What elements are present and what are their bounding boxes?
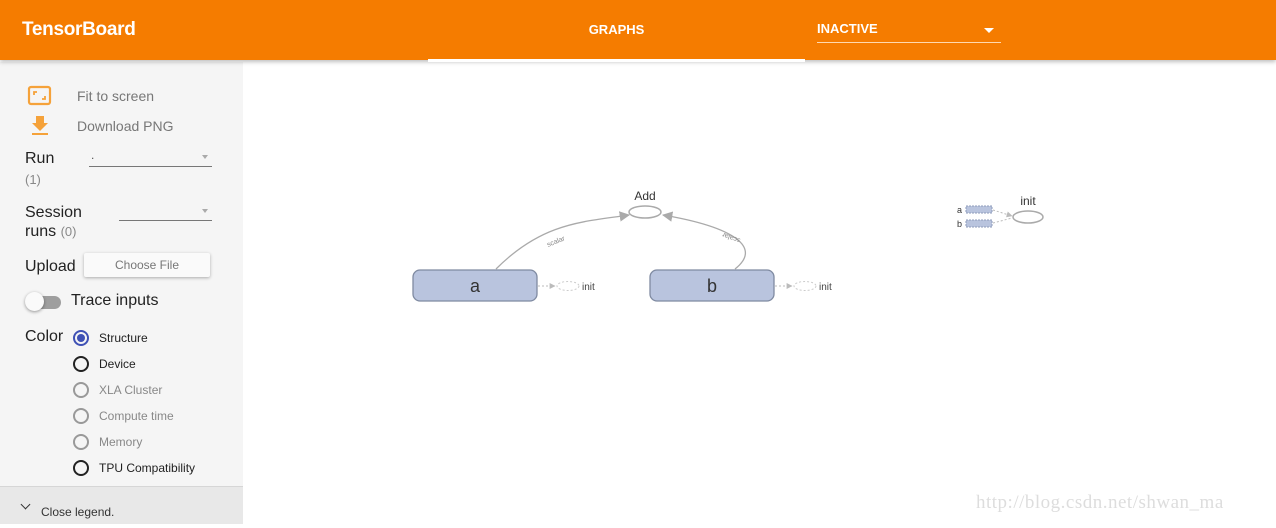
node-add[interactable]: [628, 205, 662, 219]
fit-to-screen-icon: [27, 85, 52, 106]
session-runs-caret-icon: [202, 209, 208, 213]
aux-input-a[interactable]: [965, 205, 993, 214]
edge-label-b-add: scalar: [721, 230, 742, 243]
session-runs-select[interactable]: [119, 204, 212, 221]
top-app-bar: TensorBoard GRAPHS INACTIVE: [0, 0, 1276, 62]
color-option-label: Memory: [99, 435, 143, 449]
radio-circle-icon: [73, 460, 89, 476]
tab-graphs[interactable]: GRAPHS: [428, 0, 805, 62]
session-runs-count: (0): [60, 224, 77, 239]
download-icon: [32, 116, 48, 135]
graph-svg[interactable]: scalar scalar Add a init b init init a b: [243, 62, 1276, 523]
color-option-label: Compute time: [99, 409, 174, 423]
fit-to-screen-label: Fit to screen: [77, 88, 155, 104]
close-legend-button[interactable]: Close legend.: [0, 486, 243, 524]
init-stub-a[interactable]: [556, 281, 580, 291]
choose-file-button[interactable]: Choose File: [84, 253, 210, 277]
sidebar: Fit to screen Download PNG Run (1) . Ses…: [0, 62, 243, 524]
color-option-label: Device: [99, 357, 136, 371]
radio-circle-icon: [73, 434, 89, 450]
node-init-label: init: [1020, 194, 1036, 208]
radio-circle-icon: [73, 356, 89, 372]
radio-circle-icon: [73, 382, 89, 398]
node-add-label: Add: [634, 189, 655, 203]
run-select[interactable]: .: [89, 148, 212, 167]
color-label: Color: [25, 328, 64, 345]
graph-canvas[interactable]: scalar scalar Add a init b init init a b: [243, 62, 1276, 523]
trace-inputs-label: Trace inputs: [71, 292, 159, 309]
aux-input-b-label: b: [957, 219, 962, 229]
aux-input-a-label: a: [957, 205, 962, 215]
active-tab-indicator: [428, 59, 805, 62]
init-stub-b-label: init: [819, 282, 832, 293]
color-option-label: Structure: [99, 331, 148, 345]
radio-circle-icon: [73, 408, 89, 424]
inactive-plugins-dropdown[interactable]: INACTIVE: [817, 18, 1001, 43]
aux-edge-a: [992, 209, 1013, 218]
tab-graphs-label: GRAPHS: [588, 22, 645, 37]
session-runs-label-line2: runs (0): [25, 223, 76, 241]
trace-inputs-toggle[interactable]: [25, 292, 63, 311]
color-option-label: TPU Compatibility: [99, 461, 196, 475]
inactive-dropdown-label: INACTIVE: [817, 21, 878, 36]
init-stub-b[interactable]: [793, 281, 817, 291]
node-init[interactable]: [1012, 210, 1044, 224]
upload-label: Upload: [25, 258, 76, 275]
run-select-value: .: [91, 148, 95, 162]
dropdown-caret-icon: [984, 28, 994, 33]
session-runs-label-word: runs: [25, 223, 57, 240]
node-b-label: b: [707, 276, 717, 296]
download-png-label: Download PNG: [77, 118, 174, 134]
toggle-thumb: [25, 292, 44, 311]
watermark: http://blog.csdn.net/shwan_ma: [976, 492, 1224, 513]
color-option-label: XLA Cluster: [99, 383, 163, 397]
close-legend-label: Close legend.: [41, 505, 115, 519]
init-stub-a-label: init: [582, 282, 595, 293]
chevron-down-icon: [20, 499, 31, 510]
aux-edge-b: [992, 217, 1013, 224]
node-a-label: a: [470, 276, 481, 296]
edge-label-a-add: scalar: [546, 235, 567, 249]
aux-input-b[interactable]: [965, 219, 993, 228]
run-label: Run: [25, 150, 55, 167]
app-title: TensorBoard: [22, 19, 136, 40]
run-select-caret-icon: [202, 155, 208, 159]
radio-circle-icon: [73, 330, 89, 346]
run-count: (1): [25, 172, 41, 187]
session-runs-label: Session: [25, 204, 82, 221]
